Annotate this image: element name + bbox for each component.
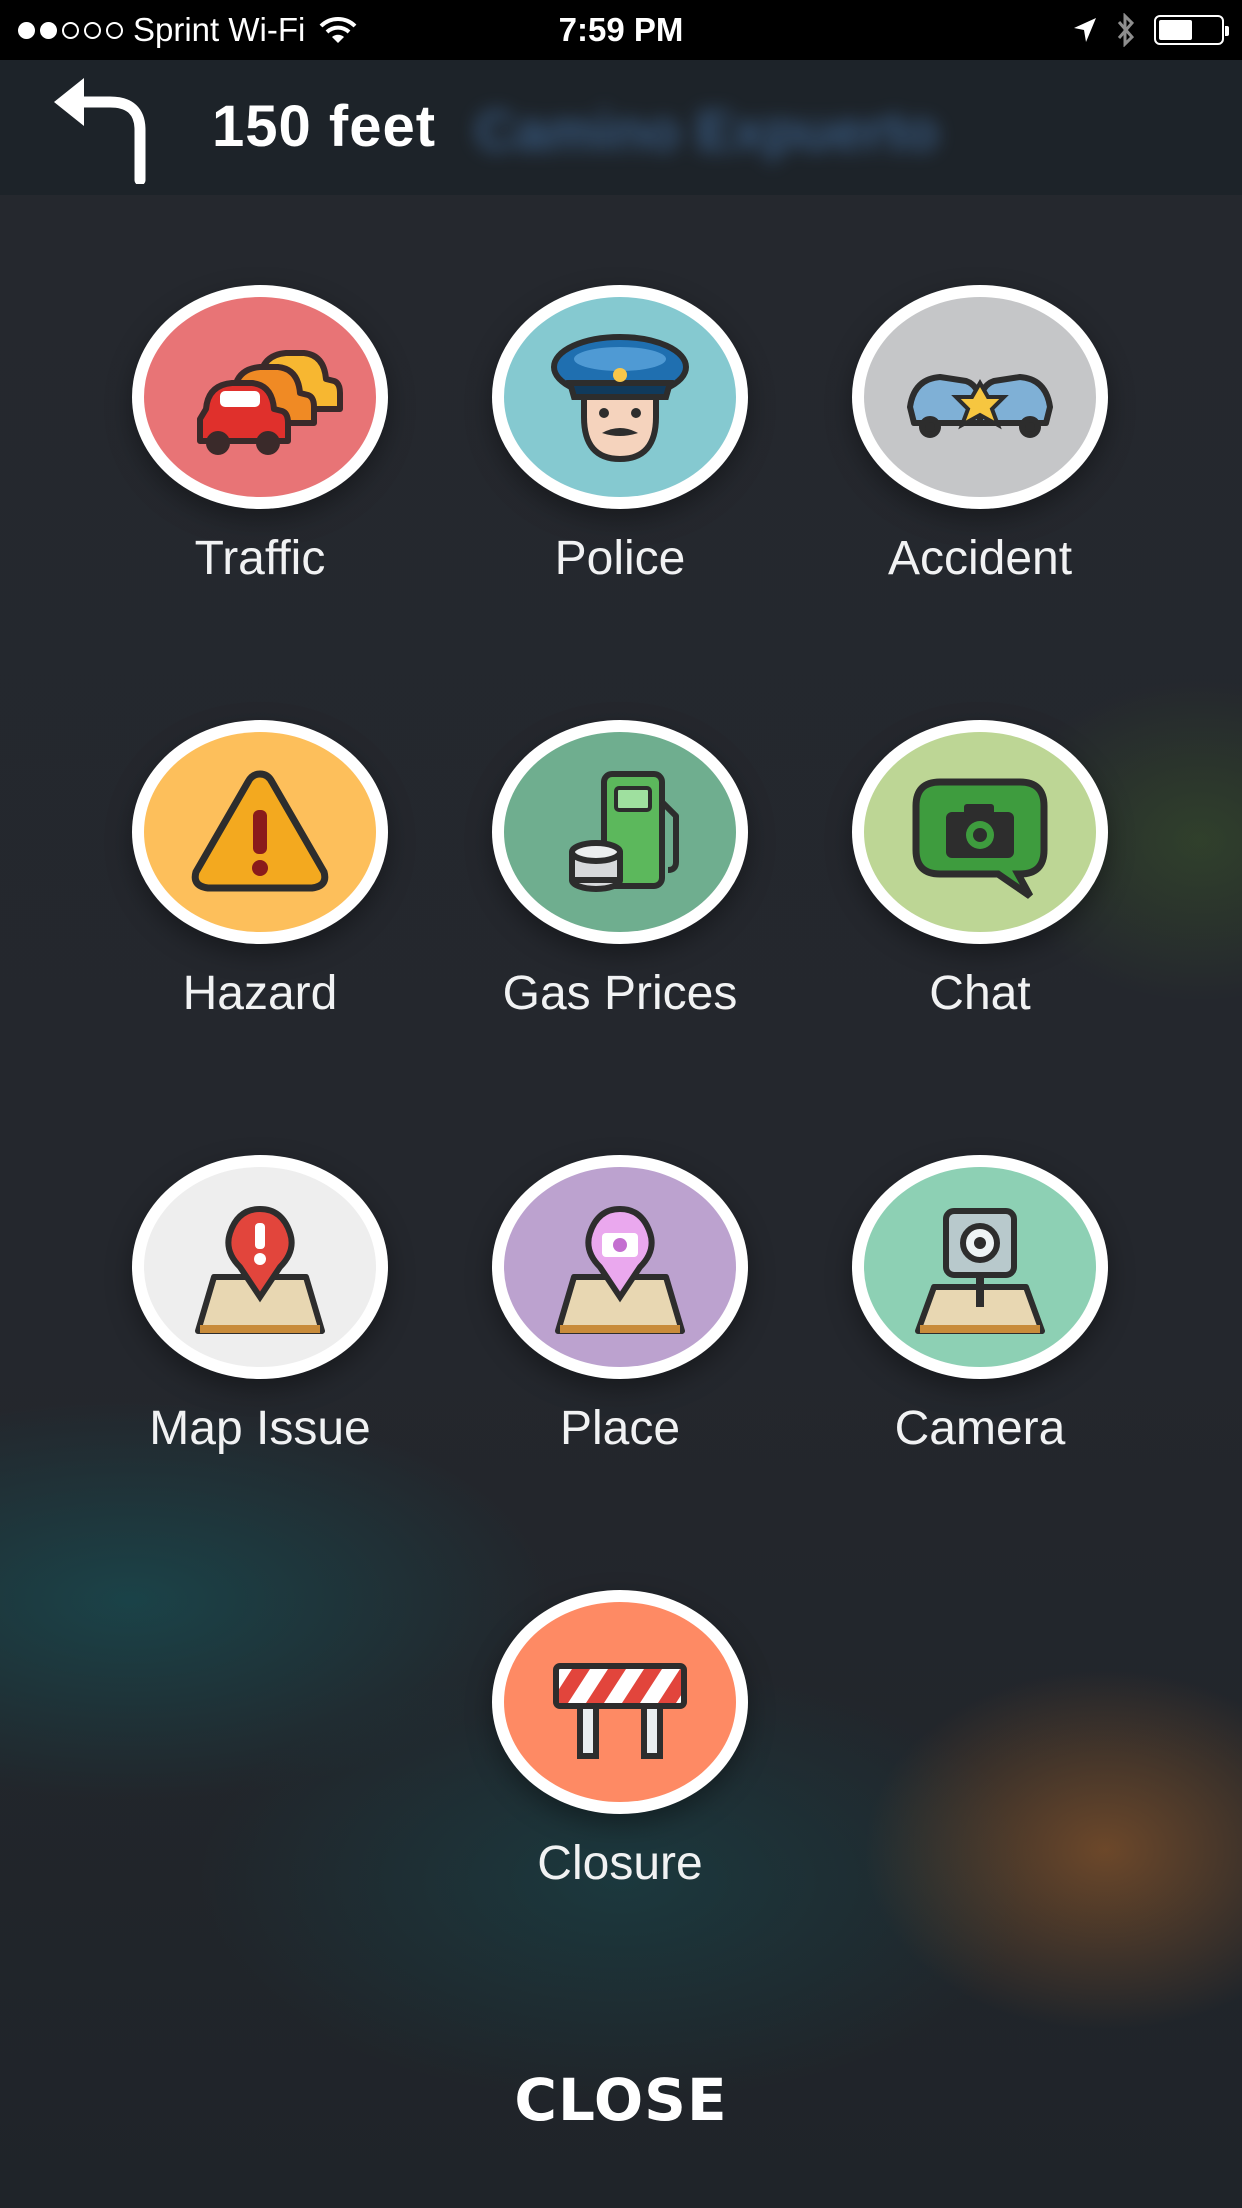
bluetooth-icon (1117, 13, 1135, 47)
report-gas-prices-button[interactable]: Gas Prices (440, 630, 800, 1020)
battery-icon (1154, 15, 1229, 45)
report-place-button[interactable]: Place (440, 1065, 800, 1455)
turn-left-arrow-icon (54, 78, 146, 184)
place-circle (492, 1155, 748, 1379)
report-closure-button[interactable]: Closure (440, 1500, 800, 1890)
navigation-instruction-bar[interactable]: 150 feet Camino Expuerto (0, 60, 1242, 195)
signal-dot (18, 21, 35, 39)
report-label: Place (559, 1402, 681, 1455)
report-map-issue-button[interactable]: Map Issue (80, 1065, 440, 1455)
location-arrow-icon (1074, 18, 1096, 42)
road-closure-barrier-icon (504, 1602, 736, 1802)
place-camera-pin-icon (504, 1167, 736, 1367)
report-label: Camera (894, 1402, 1066, 1455)
report-label: Accident (887, 532, 1073, 585)
traffic-circle (132, 285, 388, 509)
turn-distance: 150 feet (212, 94, 437, 159)
signal-dot (84, 21, 101, 39)
map-issue-pin-icon (144, 1167, 376, 1367)
report-label: Map Issue (149, 1402, 371, 1455)
report-label: Hazard (182, 967, 338, 1020)
battery-level-fill (1159, 20, 1192, 40)
report-chat-button[interactable]: Chat (800, 630, 1160, 1020)
police-circle (492, 285, 748, 509)
traffic-cars-icon (144, 297, 376, 497)
cell-signal-indicator (18, 21, 123, 39)
report-police-button[interactable]: Police (440, 195, 800, 585)
close-button[interactable]: CLOSE (471, 2060, 771, 2140)
report-traffic-button[interactable]: Traffic (80, 195, 440, 585)
signal-dot (106, 21, 123, 39)
gas-pump-icon (504, 732, 736, 932)
report-options-grid: Traffic Police Accident Hazard Gas Price… (0, 195, 1242, 1995)
warning-triangle-icon (144, 732, 376, 932)
report-label: Chat (929, 967, 1031, 1020)
report-label: Gas Prices (502, 967, 738, 1020)
report-label: Police (554, 532, 686, 585)
gas-prices-circle (492, 720, 748, 944)
car-accident-icon (864, 297, 1096, 497)
report-label: Traffic (194, 532, 326, 585)
report-accident-button[interactable]: Accident (800, 195, 1160, 585)
chat-circle (852, 720, 1108, 944)
report-hazard-button[interactable]: Hazard (80, 630, 440, 1020)
wifi-icon (319, 16, 357, 43)
police-officer-icon (504, 297, 736, 497)
speed-camera-icon (864, 1167, 1096, 1367)
signal-dot (62, 21, 79, 39)
street-name-blurred: Camino Expuerto (475, 99, 939, 162)
camera-chat-bubble-icon (864, 732, 1096, 932)
camera-circle (852, 1155, 1108, 1379)
closure-circle (492, 1590, 748, 1814)
signal-dot (40, 21, 57, 39)
accident-circle (852, 285, 1108, 509)
map-issue-circle (132, 1155, 388, 1379)
carrier-name: Sprint Wi-Fi (133, 11, 306, 48)
report-label: Closure (537, 1837, 703, 1890)
hazard-circle (132, 720, 388, 944)
status-bar: Sprint Wi-Fi 7:59 PM (0, 0, 1242, 60)
report-camera-button[interactable]: Camera (800, 1065, 1160, 1455)
